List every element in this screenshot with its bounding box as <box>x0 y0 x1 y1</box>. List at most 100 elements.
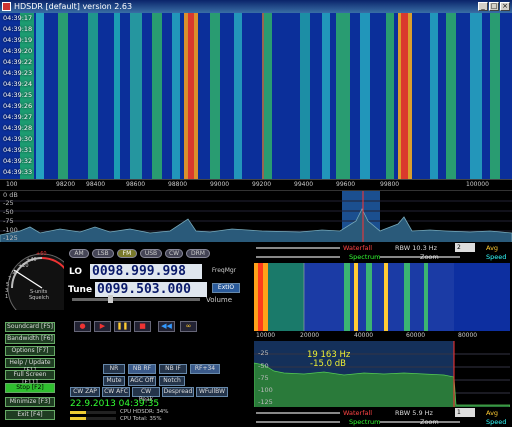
rewind-button[interactable]: ◀◀ <box>158 321 175 332</box>
mode-drm[interactable]: DRM <box>186 249 210 258</box>
mode-usb[interactable]: USB <box>140 249 162 258</box>
scale-tick: 100 <box>6 181 18 188</box>
cpu-hdsdr: CPU HDSDR: 34% <box>120 409 169 415</box>
time-label: 04:39:17 <box>3 14 33 22</box>
agc-button[interactable]: AGC Off <box>128 376 156 386</box>
cw-peak-button[interactable]: CW Peak <box>132 387 160 403</box>
notch-button[interactable]: Notch <box>159 376 185 386</box>
audio-avg-label: Avg <box>486 409 499 417</box>
waterfall-timestamps: 04:39:17 04:39:18 04:39:19 04:39:20 04:3… <box>3 13 33 179</box>
mode-cw[interactable]: CW <box>165 249 183 258</box>
volume-thumb[interactable] <box>108 295 113 303</box>
stop-button[interactable]: Stop [F2] <box>5 383 55 393</box>
audio-rbw-label[interactable]: RBW 5.9 Hz <box>395 409 433 417</box>
help-update-button[interactable]: Help / Update [F1] <box>5 358 55 374</box>
play-button[interactable]: ▶ <box>94 321 111 332</box>
stop-transport-button[interactable]: ■ <box>134 321 151 332</box>
audio-waterfall[interactable] <box>254 263 510 331</box>
audio-tick: 40000 <box>354 332 374 339</box>
time-label: 04:39:30 <box>3 135 33 143</box>
volume-slider[interactable] <box>72 298 200 301</box>
despread-button[interactable]: Despread <box>162 387 194 397</box>
scale-tick: 99600 <box>336 181 356 188</box>
marker-level: -15.0 dB <box>310 359 346 369</box>
maximize-button[interactable]: □ <box>489 2 499 11</box>
close-button[interactable]: × <box>500 2 510 11</box>
bandwidth-button[interactable]: Bandwidth [F6] <box>5 334 55 344</box>
rf-spectrum[interactable]: 0 dB -25 -50 -75 -100 -125 <box>0 190 512 243</box>
minimize-button[interactable]: _ <box>478 2 488 11</box>
rf-waterfall[interactable] <box>0 13 512 179</box>
cw-afc-button[interactable]: CW AFC <box>102 387 130 397</box>
rbw-label[interactable]: RBW 10.3 Hz <box>395 244 437 252</box>
audio-zoom-label: Zoom <box>420 418 439 426</box>
soundcard-button[interactable]: Soundcard [F5] <box>5 322 55 332</box>
time-label: 04:39:28 <box>3 124 33 132</box>
cw-zap-button[interactable]: CW ZAP <box>70 387 100 397</box>
loop-button[interactable]: ∞ <box>180 321 197 332</box>
audio-db-label: -125 <box>258 398 273 406</box>
cpu-total: CPU Total: 35% <box>120 416 162 422</box>
audio-db-label: -75 <box>258 374 269 382</box>
rf-gain-button[interactable]: RF+34 <box>190 364 220 374</box>
time-label: 04:39:20 <box>3 47 33 55</box>
options-button[interactable]: Options [F7] <box>5 346 55 356</box>
mode-lsb[interactable]: LSB <box>92 249 114 258</box>
smeter-label: +60 <box>36 251 47 257</box>
audio-tick: 10000 <box>256 332 276 339</box>
audio-waterfall-slider[interactable] <box>256 412 340 414</box>
db-label: -75 <box>3 217 14 225</box>
avg-select[interactable]: 2 <box>455 243 475 252</box>
time-label: 04:39:26 <box>3 102 33 110</box>
spectrum-slider[interactable] <box>256 256 340 258</box>
smeter-label: +20 <box>18 263 29 269</box>
title-bar: HDSDR [default] version 2.63 <box>0 0 512 13</box>
audio-spectrum[interactable] <box>254 341 510 407</box>
audio-spectrum-label: Spectrum <box>349 418 381 426</box>
audio-db-label: -50 <box>258 362 269 370</box>
nb-if-button[interactable]: NB IF <box>159 364 187 374</box>
mode-am[interactable]: AM <box>69 249 89 258</box>
audio-db-label: -100 <box>258 386 273 394</box>
time-label: 04:39:22 <box>3 58 33 66</box>
audio-spectrum-slider[interactable] <box>256 421 340 423</box>
record-button[interactable]: ● <box>74 321 91 332</box>
scale-tick: 98800 <box>168 181 188 188</box>
pause-button[interactable]: ❚❚ <box>114 321 131 332</box>
nb-rf-button[interactable]: NB RF <box>128 364 156 374</box>
smeter-label: 9 <box>12 270 16 276</box>
full-screen-button[interactable]: Full Screen [F11] <box>5 370 55 386</box>
squelch-label: Squelch <box>29 295 49 301</box>
audio-db-label: -25 <box>258 349 269 357</box>
time-label: 04:39:32 <box>3 157 33 165</box>
speed-label: Speed <box>486 253 507 261</box>
time-label: 04:39:25 <box>3 91 33 99</box>
lo-label: LO <box>69 267 83 277</box>
audio-tick: 80000 <box>458 332 478 339</box>
tune-label: Tune <box>68 285 93 295</box>
window-title: HDSDR [default] version 2.63 <box>14 2 133 11</box>
minimize-app-button[interactable]: Minimize [F3] <box>5 397 55 407</box>
volume-label: Volume <box>206 296 233 304</box>
time-label: 04:39:31 <box>3 146 33 154</box>
datetime: 22.9.2013 04:39:35 <box>70 399 160 409</box>
wfullbw-button[interactable]: WFullBW <box>196 387 228 397</box>
audio-waterfall-label: Waterfall <box>343 409 373 417</box>
extio-button[interactable]: ExtIO <box>212 283 240 293</box>
mute-button[interactable]: Mute <box>103 376 125 386</box>
freqmgr-button[interactable]: FreqMgr <box>208 266 240 276</box>
audio-avg-select[interactable]: 1 <box>455 408 475 417</box>
cpu-total-bar <box>70 417 116 420</box>
scale-tick: 98400 <box>86 181 106 188</box>
exit-button[interactable]: Exit [F4] <box>5 410 55 420</box>
nr-button[interactable]: NR <box>103 364 125 374</box>
audio-speed-label: Speed <box>486 418 507 426</box>
waterfall-slider[interactable] <box>256 247 340 249</box>
spectrum-label: Spectrum <box>349 253 381 261</box>
waterfall-label: Waterfall <box>343 244 373 252</box>
mode-fm[interactable]: FM <box>117 249 137 258</box>
scale-tick: 98200 <box>56 181 76 188</box>
time-label: 04:39:18 <box>3 25 33 33</box>
frequency-scale[interactable]: 100 98200 98400 98600 98800 99000 99200 … <box>0 179 512 190</box>
lo-frequency[interactable]: 0098.999.998 <box>90 264 202 279</box>
